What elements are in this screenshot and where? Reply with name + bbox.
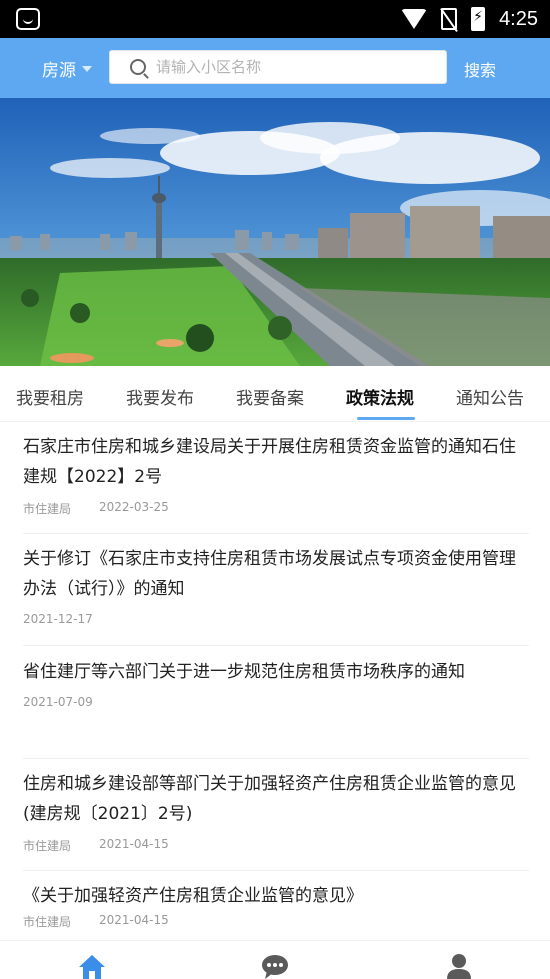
- status-bar: 4:25: [0, 0, 550, 38]
- news-title: 石家庄市住房和城乡建设局关于开展住房租赁资金监管的通知石住建规【2022】2号: [23, 437, 516, 487]
- caret-down-icon: [82, 65, 92, 72]
- news-source: 市住建局: [23, 915, 72, 929]
- user-icon[interactable]: [445, 953, 473, 979]
- search-header: 房源 搜索: [0, 38, 550, 98]
- news-source: 市住建局: [23, 839, 72, 853]
- battery-charging-icon: [471, 7, 486, 31]
- tab-publish[interactable]: 我要发布: [126, 384, 194, 409]
- search-button[interactable]: 搜索: [464, 57, 496, 81]
- news-date: 2021-04-15: [99, 913, 169, 927]
- news-date: 2021-07-09: [23, 695, 93, 709]
- search-box[interactable]: [109, 50, 447, 84]
- tab-notice[interactable]: 通知公告: [456, 384, 524, 409]
- tab-policy[interactable]: 政策法规: [346, 384, 414, 409]
- wifi-icon: [401, 9, 428, 29]
- news-item[interactable]: 省住建厅等六部门关于进一步规范住房租赁市场秩序的通知 2021-07-09: [23, 657, 529, 759]
- news-title: 省住建厅等六部门关于进一步规范住房租赁市场秩序的通知: [23, 662, 465, 682]
- active-tab-indicator: [357, 417, 415, 420]
- no-sim-icon: [441, 8, 458, 30]
- tab-filing[interactable]: 我要备案: [236, 384, 304, 409]
- category-tabs: 我要租房 我要发布 我要备案 政策法规 通知公告: [0, 366, 550, 422]
- chat-icon[interactable]: [261, 953, 289, 979]
- news-item[interactable]: 住房和城乡建设部等部门关于加强轻资产住房租赁企业监管的意见(建房规〔2021〕2…: [23, 769, 529, 871]
- news-source: 市住建局: [23, 502, 72, 516]
- house-source-dropdown[interactable]: 房源: [42, 56, 92, 81]
- news-date: 2021-12-17: [23, 612, 93, 626]
- news-item[interactable]: 石家庄市住房和城乡建设局关于开展住房租赁资金监管的通知石住建规【2022】2号 …: [23, 432, 529, 534]
- search-icon: [130, 59, 146, 75]
- bottom-navigation: [0, 940, 550, 979]
- tab-rent[interactable]: 我要租房: [16, 384, 84, 409]
- home-icon[interactable]: [78, 953, 106, 979]
- search-input[interactable]: [156, 58, 436, 76]
- news-title: 《关于加强轻资产住房租赁企业监管的意见》: [23, 886, 363, 906]
- house-source-label: 房源: [42, 61, 76, 81]
- notification-icon: [16, 8, 40, 30]
- city-banner-image[interactable]: [0, 98, 550, 366]
- news-date: 2021-04-15: [99, 837, 169, 851]
- news-item[interactable]: 关于修订《石家庄市支持住房租赁市场发展试点专项资金使用管理办法（试行）》的通知 …: [23, 544, 529, 646]
- news-date: 2022-03-25: [99, 500, 169, 514]
- status-time: 4:25: [499, 7, 538, 30]
- news-title: 关于修订《石家庄市支持住房租赁市场发展试点专项资金使用管理办法（试行）》的通知: [23, 549, 516, 599]
- news-item[interactable]: 《关于加强轻资产住房租赁企业监管的意见》 市住建局 2021-04-15: [23, 881, 529, 941]
- news-title: 住房和城乡建设部等部门关于加强轻资产住房租赁企业监管的意见(建房规〔2021〕2…: [23, 774, 516, 824]
